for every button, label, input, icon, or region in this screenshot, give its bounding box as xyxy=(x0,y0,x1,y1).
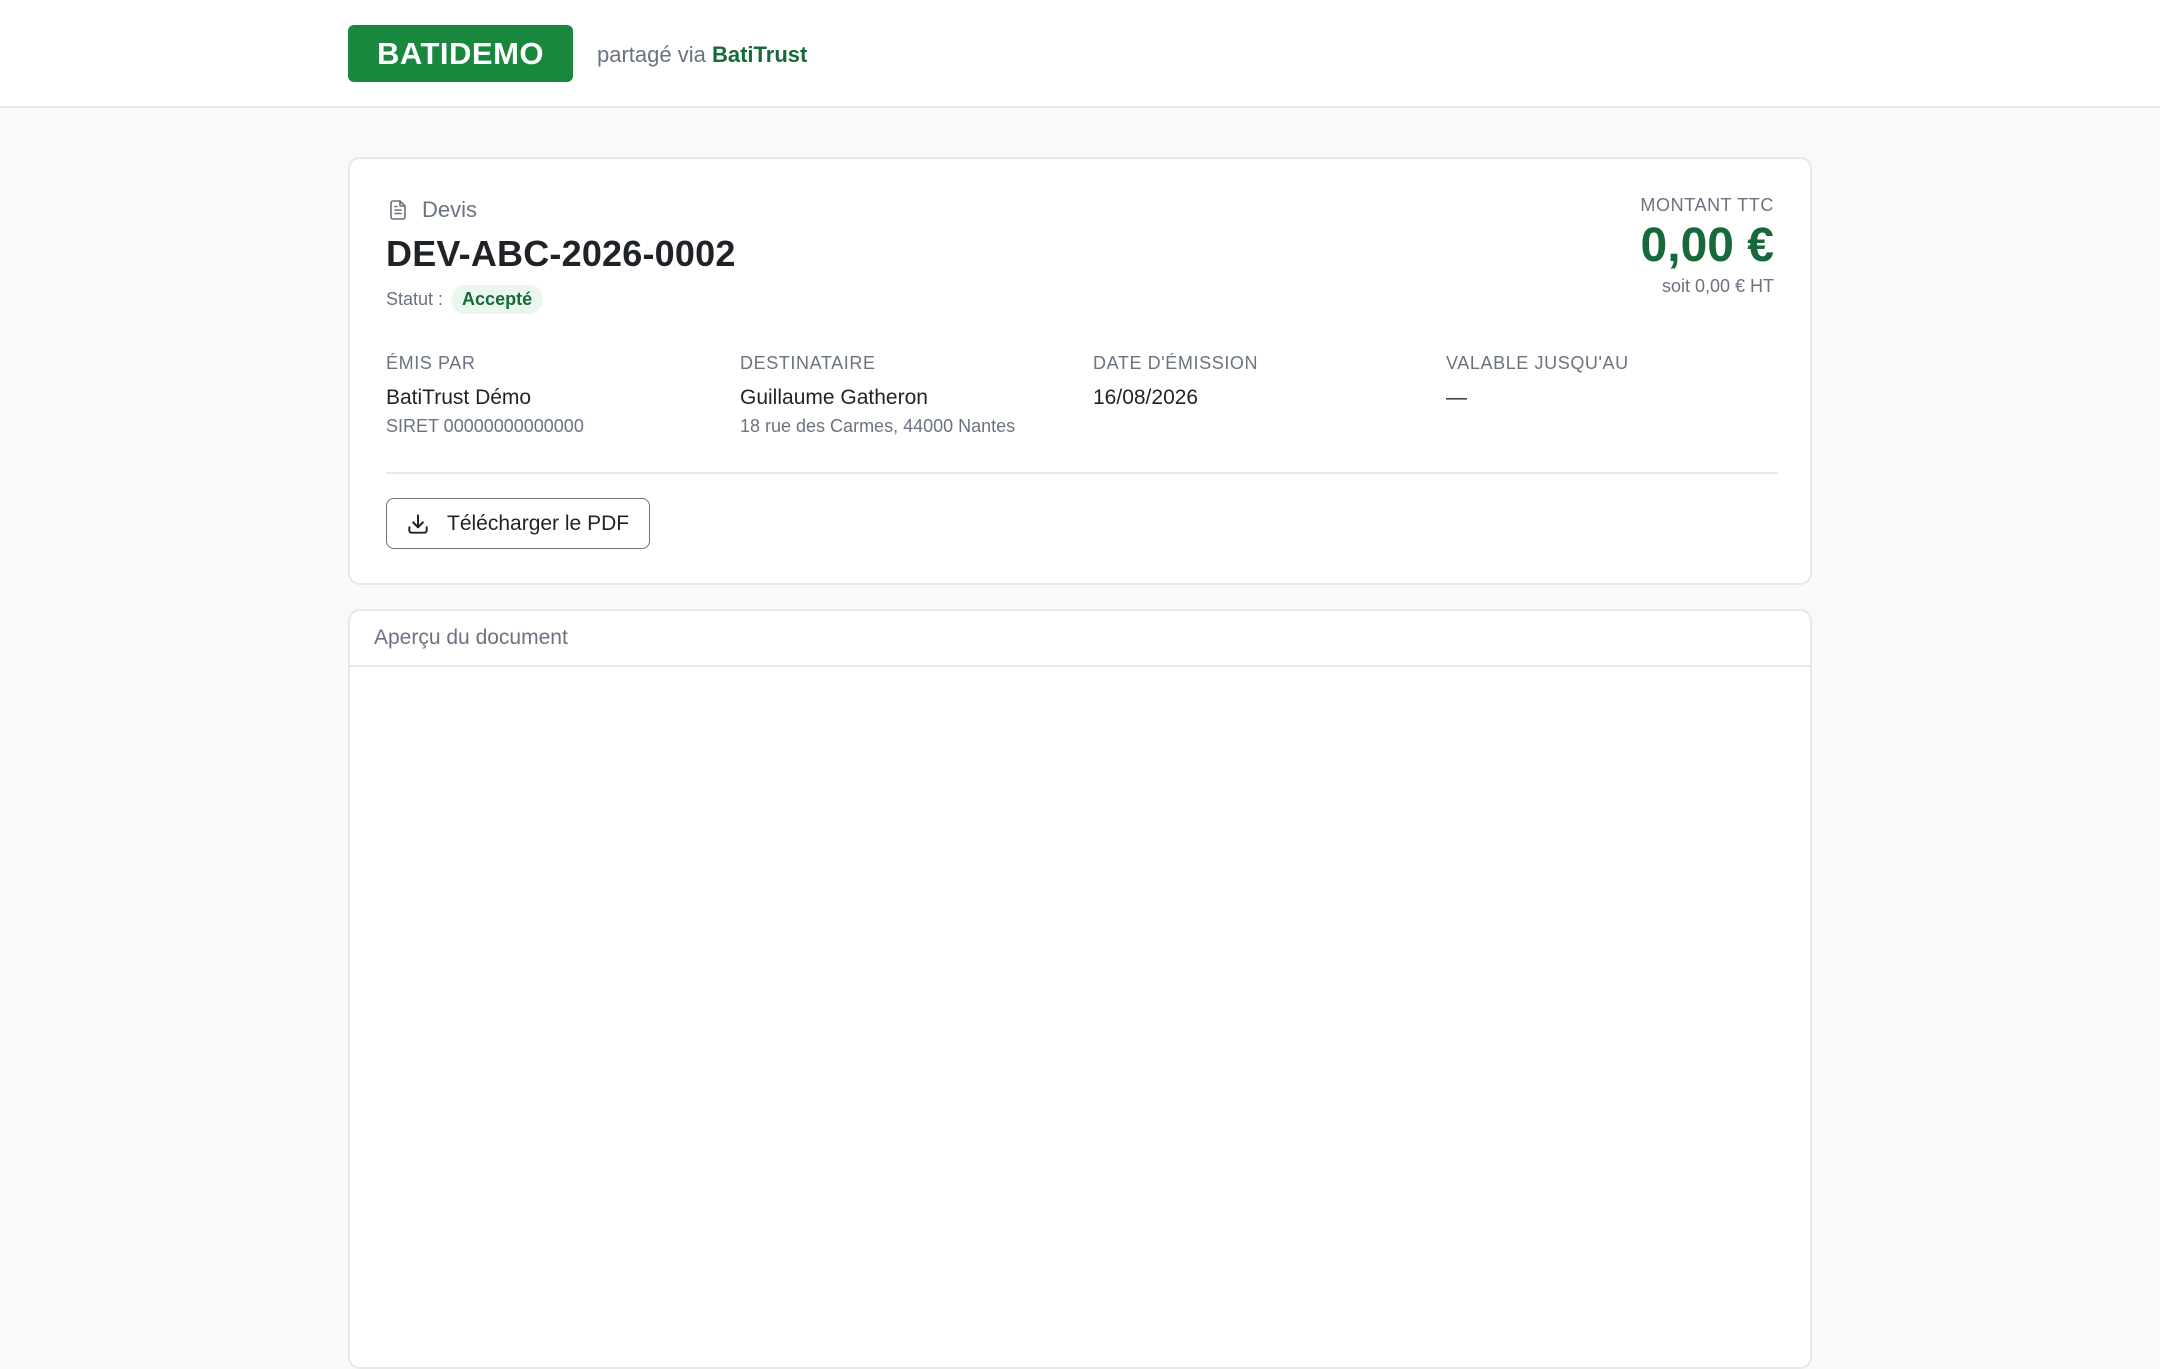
recipient-label: DESTINATAIRE xyxy=(740,353,876,373)
divider xyxy=(386,472,1778,474)
document-type: Devis xyxy=(386,197,477,223)
amount-label: MONTANT TTC xyxy=(1640,195,1774,215)
document-info-grid: ÉMIS PAR BatiTrust Démo SIRET 0000000000… xyxy=(386,353,1778,443)
status-row: Statut : Accepté xyxy=(386,285,544,314)
issue-date-value: 16/08/2026 xyxy=(1093,386,1199,409)
status-label: Statut : xyxy=(386,289,444,309)
document-icon xyxy=(390,200,406,220)
issuer-info: ÉMIS PAR BatiTrust Démo SIRET 0000000000… xyxy=(386,353,716,437)
issue-date-info: DATE D'ÉMISSION 16/08/2026 xyxy=(1093,353,1423,410)
issuer-siret: SIRET 00000000000000 xyxy=(386,416,584,436)
brand-logo[interactable]: BATIDEMO xyxy=(348,25,573,82)
status-badge: Accepté xyxy=(451,285,544,314)
issuer-name: BatiTrust Démo xyxy=(386,386,532,409)
issuer-label: ÉMIS PAR xyxy=(386,353,476,373)
document-number: DEV-ABC-2026-0002 xyxy=(386,233,736,274)
document-preview-card: Aperçu du document xyxy=(348,609,1812,1369)
amount-ttc-value: 0,00 € xyxy=(1640,219,1774,272)
amount-ht-text: soit 0,00 € HT xyxy=(1661,276,1774,296)
shared-via-text: partagé via BatiTrust xyxy=(597,40,807,70)
issue-date-label: DATE D'ÉMISSION xyxy=(1093,353,1259,373)
document-type-label: Devis xyxy=(422,197,478,222)
valid-until-value: — xyxy=(1446,386,1467,409)
preview-title: Aperçu du document xyxy=(374,626,568,649)
download-icon xyxy=(408,513,428,534)
top-bar: BATIDEMO partagé via BatiTrust xyxy=(0,0,2160,108)
valid-until-info: VALABLE JUSQU'AU — xyxy=(1446,353,1776,410)
recipient-address: 18 rue des Carmes, 44000 Nantes xyxy=(740,416,1016,436)
download-pdf-label: Télécharger le PDF xyxy=(447,511,630,535)
recipient-name: Guillaume Gatheron xyxy=(740,386,928,409)
amount-block: MONTANT TTC 0,00 € soit 0,00 € HT xyxy=(1640,195,1774,297)
batitrust-link[interactable]: BatiTrust xyxy=(712,42,807,67)
download-pdf-button[interactable]: Télécharger le PDF xyxy=(386,498,650,549)
shared-via-prefix: partagé via xyxy=(597,42,706,67)
valid-until-label: VALABLE JUSQU'AU xyxy=(1446,353,1629,373)
document-summary-card: Devis DEV-ABC-2026-0002 Statut : Accepté… xyxy=(348,157,1812,585)
preview-header: Aperçu du document xyxy=(350,611,1810,667)
recipient-info: DESTINATAIRE Guillaume Gatheron 18 rue d… xyxy=(740,353,1070,437)
